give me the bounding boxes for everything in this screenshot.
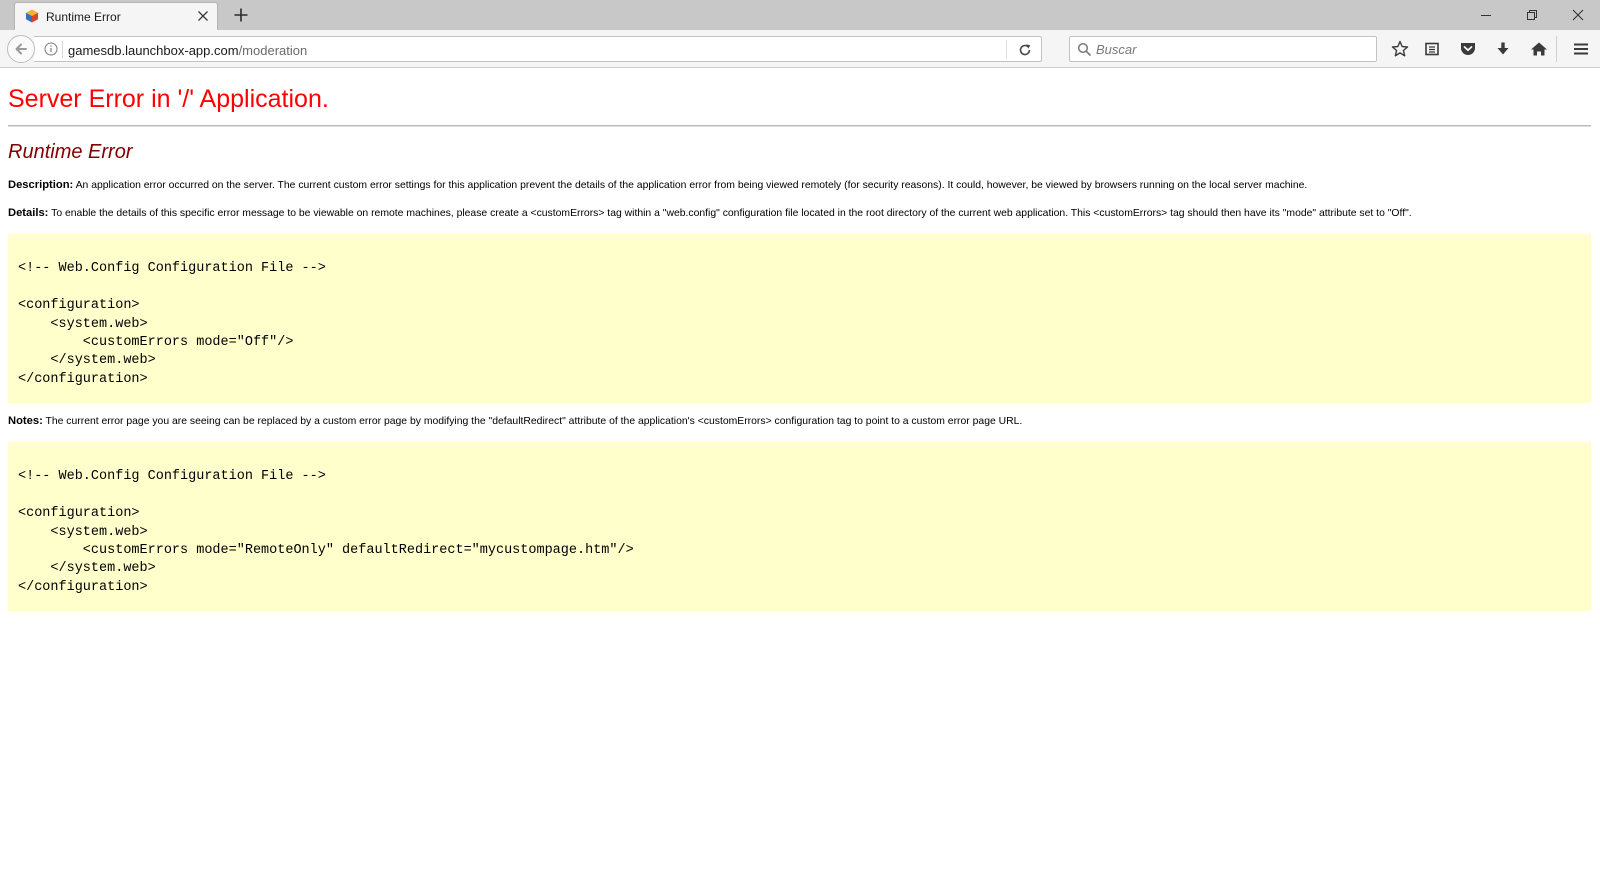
reload-button[interactable] [1014, 40, 1036, 59]
description-label: Description: [8, 179, 74, 191]
back-arrow-icon [15, 43, 27, 55]
launchbox-cube-icon [26, 9, 38, 23]
toolbar-divider [1556, 36, 1557, 62]
code-config-off: <!-- Web.Config Configuration File --> <… [18, 261, 326, 387]
page-content: Server Error in '/' Application. Runtime… [0, 69, 1600, 870]
back-button[interactable] [7, 35, 35, 63]
page-title: Server Error in '/' Application. [8, 85, 329, 113]
downloads-button[interactable] [1491, 38, 1515, 60]
window-close-button[interactable] [1555, 0, 1600, 30]
pocket-icon [1461, 43, 1475, 55]
hamburger-menu-icon [1574, 43, 1588, 55]
reading-list-button[interactable] [1420, 38, 1444, 60]
reload-icon [1019, 43, 1031, 55]
minimize-button[interactable] [1463, 0, 1509, 30]
pocket-button[interactable] [1456, 38, 1480, 60]
url-host: gamesdb.launchbox-app.com [68, 43, 239, 58]
tab-title: Runtime Error [46, 10, 121, 24]
error-subtitle: Runtime Error [8, 141, 133, 163]
minimize-icon [1481, 15, 1491, 16]
home-icon [1531, 42, 1547, 56]
url-path: /moderation [238, 43, 308, 58]
open-menu-button[interactable] [1569, 38, 1593, 60]
url-divider-right [1006, 40, 1007, 59]
navigation-toolbar: gamesdb.launchbox-app.com/moderation [0, 30, 1600, 68]
close-icon[interactable] [195, 8, 211, 24]
divider [8, 125, 1591, 127]
description-paragraph: Description: An application error occurr… [8, 179, 1307, 191]
bookmark-button[interactable] [1388, 38, 1412, 60]
url-bar[interactable]: gamesdb.launchbox-app.com/moderation [34, 36, 1042, 62]
restore-icon [1527, 10, 1537, 20]
notes-paragraph: Notes: The current error page you are se… [8, 415, 1022, 427]
tab-runtime-error[interactable]: Runtime Error [14, 2, 218, 30]
plus-icon[interactable] [232, 6, 250, 24]
details-label: Details: [8, 207, 49, 219]
code-block-config-off: <!-- Web.Config Configuration File --> <… [8, 234, 1591, 403]
notes-text: The current error page you are seeing ca… [42, 416, 1023, 427]
search-icon [1077, 42, 1092, 57]
code-config-remoteonly: <!-- Web.Config Configuration File --> <… [18, 469, 634, 595]
info-icon[interactable] [44, 42, 58, 56]
download-icon [1497, 42, 1509, 55]
details-text: To enable the details of this specific e… [48, 208, 1412, 219]
home-button[interactable] [1527, 38, 1551, 60]
url-divider [62, 41, 63, 58]
star-icon [1391, 40, 1409, 57]
description-text: An application error occurred on the ser… [73, 180, 1308, 191]
close-icon [1572, 9, 1584, 21]
reading-list-icon [1425, 42, 1439, 56]
restore-button[interactable] [1509, 0, 1555, 30]
code-block-config-remoteonly: <!-- Web.Config Configuration File --> <… [8, 442, 1591, 611]
tab-strip: Runtime Error [0, 0, 1600, 30]
search-bar[interactable] [1069, 36, 1377, 62]
details-paragraph: Details: To enable the details of this s… [8, 207, 1412, 219]
search-input[interactable] [1096, 39, 1366, 59]
url-text[interactable]: gamesdb.launchbox-app.com/moderation [68, 43, 307, 58]
notes-label: Notes: [8, 415, 43, 427]
